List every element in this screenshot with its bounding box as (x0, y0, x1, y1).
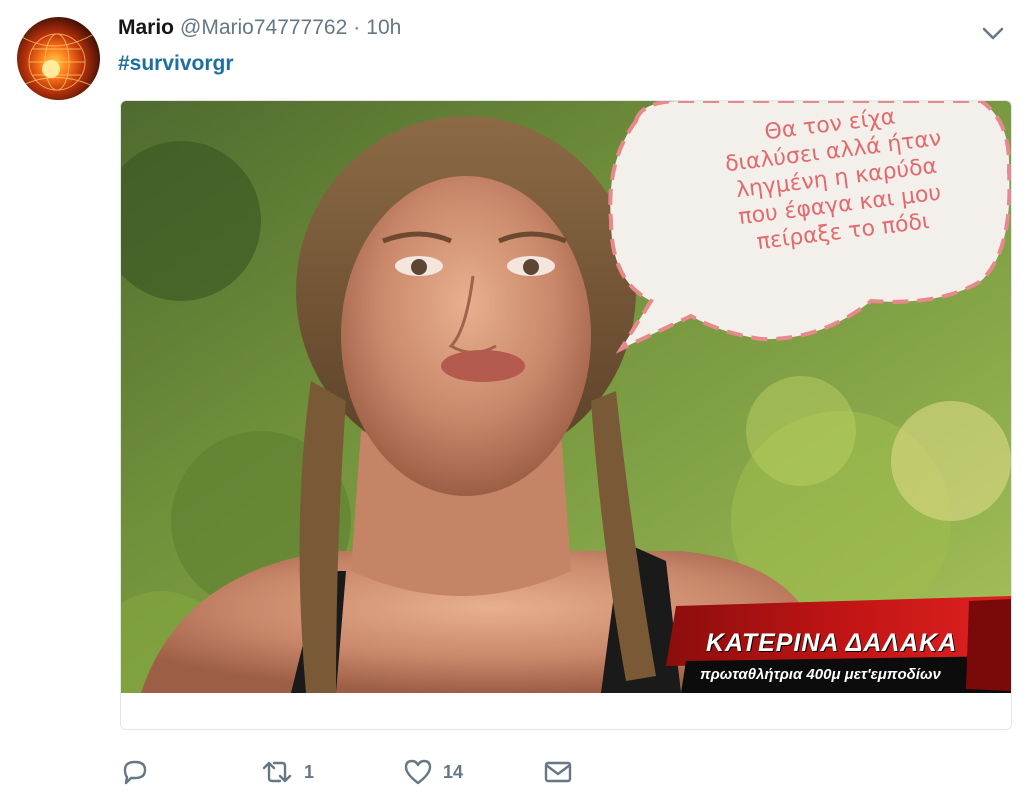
reply-button[interactable] (120, 756, 150, 788)
hashtag-link[interactable]: #survivorgr (118, 52, 234, 76)
caption-subtitle: πρωταθλήτρια 400μ μετ'εμποδίων (700, 666, 941, 683)
tweet-header: Mario @Mario74777762 · 10h (118, 16, 401, 46)
retweet-count: 1 (304, 761, 315, 782)
timestamp[interactable]: 10h (366, 16, 401, 40)
media-card[interactable]: Θα τον είχα διαλύσει αλλά ήταν ληγμένη η… (120, 100, 1012, 730)
author-handle[interactable]: @Mario74777762 (180, 16, 347, 40)
avatar[interactable] (17, 17, 100, 100)
avatar-globe-icon (18, 31, 100, 91)
direct-message-button[interactable] (543, 756, 573, 788)
tweet: Mario @Mario74777762 · 10h #survivorgr Θ… (0, 0, 1024, 795)
retweet-icon (260, 758, 294, 786)
tweet-photo[interactable]: Θα τον είχα διαλύσει αλλά ήταν ληγμένη η… (121, 101, 1011, 693)
like-button[interactable]: 14 (403, 756, 463, 788)
caption-banner: ΚΑΤΕΡΙΝΑ ΔΑΛΑΚΑ πρωταθλήτρια 400μ μετ'εμ… (656, 599, 1011, 693)
author-name[interactable]: Mario (118, 16, 174, 40)
reply-icon (120, 758, 150, 786)
tweet-actions: 1 14 (120, 752, 620, 792)
heart-icon (403, 758, 433, 786)
caption-name: ΚΑΤΕΡΙΝΑ ΔΑΛΑΚΑ (706, 629, 958, 657)
envelope-icon (543, 758, 573, 786)
chevron-down-icon[interactable] (980, 22, 1006, 44)
separator-dot: · (353, 16, 361, 39)
like-count: 14 (443, 761, 464, 782)
retweet-button[interactable]: 1 (260, 756, 314, 788)
